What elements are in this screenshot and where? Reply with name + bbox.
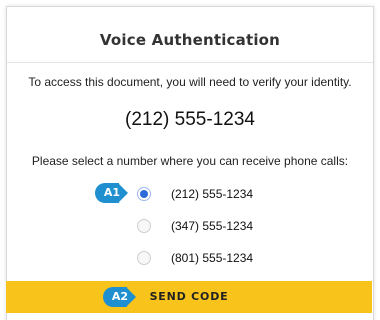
phone-option-1-radio[interactable] (137, 187, 151, 201)
annotation-badge-a2-text: A2 (111, 290, 129, 303)
annotation-badge-a2: A2 (103, 287, 137, 307)
dialog-title: Voice Authentication (99, 31, 281, 49)
send-code-label: SEND CODE (149, 290, 229, 303)
voice-authentication-dialog: Voice Authentication To access this docu… (6, 6, 374, 320)
phone-option-1-label[interactable]: (212) 555-1234 (171, 187, 253, 201)
primary-phone-number: (212) 555-1234 (125, 109, 255, 130)
verification-message: To access this document, you will need t… (28, 75, 352, 89)
title-divider (7, 62, 373, 63)
phone-option-3-label[interactable]: (801) 555-1234 (171, 251, 253, 265)
phone-option-2-radio[interactable] (137, 219, 151, 233)
phone-option-3[interactable]: (801) 555-1234 (137, 248, 253, 268)
select-number-prompt: Please select a number where you can rec… (31, 154, 349, 168)
phone-option-2-label[interactable]: (347) 555-1234 (171, 219, 253, 233)
annotation-badge-a1-text: A1 (103, 186, 121, 199)
phone-option-2[interactable]: (347) 555-1234 (137, 216, 253, 236)
annotation-badge-a1: A1 (95, 183, 129, 203)
send-code-button[interactable]: SEND CODE (6, 281, 372, 313)
phone-option-3-radio[interactable] (137, 251, 151, 265)
phone-option-1[interactable]: (212) 555-1234 (137, 184, 253, 204)
